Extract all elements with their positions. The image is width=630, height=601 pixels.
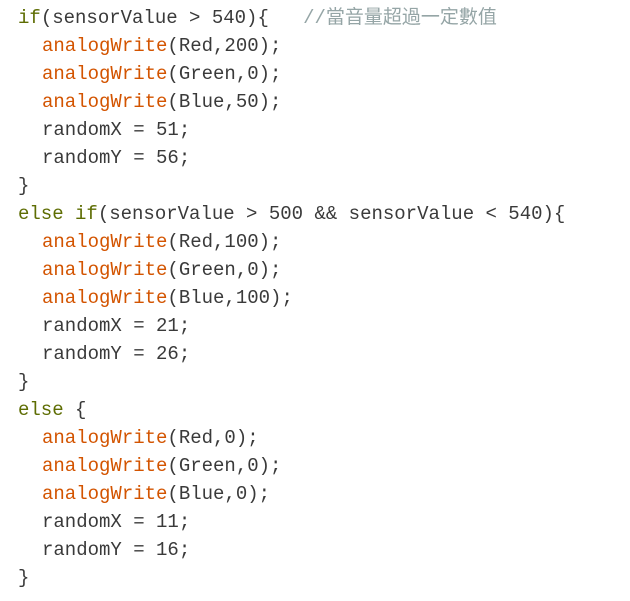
code-text: randomX = 21; xyxy=(42,315,191,337)
code-text: randomY = 16; xyxy=(42,539,191,561)
code-text: (sensorValue > 540){ xyxy=(40,7,304,29)
code-function: analogWrite xyxy=(42,35,168,57)
code-text: { xyxy=(63,399,87,421)
code-line: } xyxy=(18,564,626,592)
code-line: randomX = 21; xyxy=(18,312,626,340)
code-function: analogWrite xyxy=(42,259,168,281)
code-function: analogWrite xyxy=(42,455,168,477)
code-line: analogWrite(Blue,0); xyxy=(18,480,626,508)
code-text: randomY = 26; xyxy=(42,343,191,365)
code-text: (Green,0); xyxy=(167,455,282,477)
code-line: randomX = 51; xyxy=(18,116,626,144)
code-block: if(sensorValue > 540){ //當音量超過一定數值 analog… xyxy=(18,4,626,592)
code-text: (Green,0); xyxy=(167,259,282,281)
code-function: analogWrite xyxy=(42,427,168,449)
code-function: analogWrite xyxy=(42,483,168,505)
code-function: analogWrite xyxy=(42,287,168,309)
code-line: } xyxy=(18,172,626,200)
code-text: (Red,0); xyxy=(167,427,259,449)
code-function: analogWrite xyxy=(42,91,168,113)
code-line: if(sensorValue > 540){ //當音量超過一定數值 xyxy=(18,4,626,32)
code-line: analogWrite(Red,0); xyxy=(18,424,626,452)
code-text: } xyxy=(18,567,30,589)
code-text: (sensorValue > 500 && sensorValue < 540)… xyxy=(97,203,566,225)
code-function: analogWrite xyxy=(42,231,168,253)
code-line: analogWrite(Red,100); xyxy=(18,228,626,256)
code-function: analogWrite xyxy=(42,63,168,85)
code-text: (Green,0); xyxy=(167,63,282,85)
code-line: randomX = 11; xyxy=(18,508,626,536)
code-text: } xyxy=(18,371,30,393)
code-line: } xyxy=(18,368,626,396)
code-keyword: else xyxy=(18,203,64,225)
code-text: (Blue,100); xyxy=(167,287,293,309)
code-line: analogWrite(Red,200); xyxy=(18,32,626,60)
code-line: else if(sensorValue > 500 && sensorValue… xyxy=(18,200,626,228)
code-text: (Blue,0); xyxy=(167,483,271,505)
code-line: analogWrite(Green,0); xyxy=(18,60,626,88)
code-text: } xyxy=(18,175,30,197)
code-line: analogWrite(Blue,100); xyxy=(18,284,626,312)
code-keyword: if xyxy=(75,203,98,225)
code-comment: //當音量超過一定數值 xyxy=(303,7,497,29)
code-line: analogWrite(Green,0); xyxy=(18,452,626,480)
code-text: (Blue,50); xyxy=(167,91,282,113)
code-line: randomY = 26; xyxy=(18,340,626,368)
code-text: (Red,100); xyxy=(167,231,282,253)
code-keyword: else xyxy=(18,399,64,421)
code-line: analogWrite(Green,0); xyxy=(18,256,626,284)
code-line: randomY = 16; xyxy=(18,536,626,564)
code-text: (Red,200); xyxy=(167,35,282,57)
code-line: else { xyxy=(18,396,626,424)
code-line: randomY = 56; xyxy=(18,144,626,172)
code-text: randomX = 51; xyxy=(42,119,191,141)
code-keyword: if xyxy=(18,7,41,29)
code-line: analogWrite(Blue,50); xyxy=(18,88,626,116)
code-text: randomX = 11; xyxy=(42,511,191,533)
code-text: randomY = 56; xyxy=(42,147,191,169)
